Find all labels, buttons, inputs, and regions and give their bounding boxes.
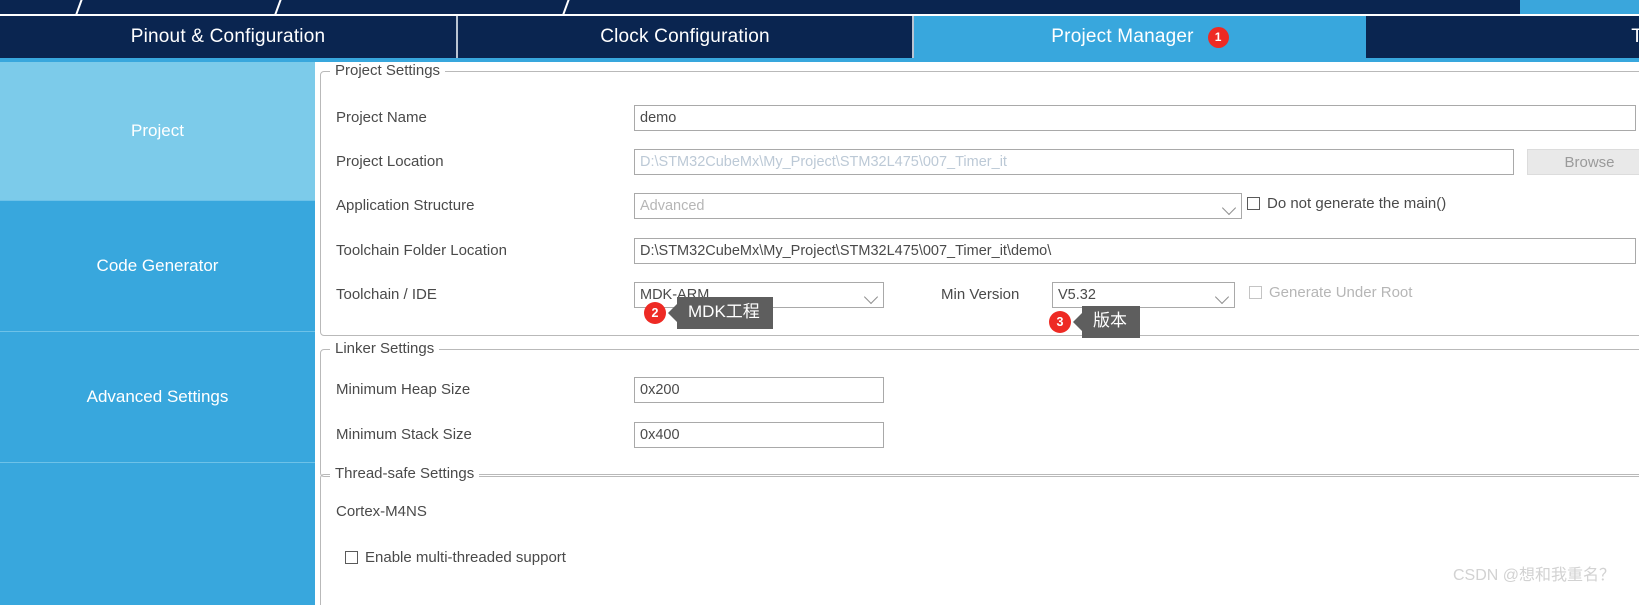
label-minimum-stack-size: Minimum Stack Size (336, 426, 472, 443)
generate-under-root-checkbox[interactable]: Generate Under Root (1249, 284, 1412, 301)
tab-label: Clock Configuration (600, 26, 770, 47)
tab-pinout-configuration[interactable]: Pinout & Configuration (0, 16, 458, 58)
checkbox-box (1249, 286, 1262, 299)
group-title-project-settings: Project Settings (330, 62, 446, 79)
minimum-stack-size-input[interactable]: 0x400 (634, 422, 884, 448)
do-not-generate-main-checkbox[interactable]: Do not generate the main() (1247, 195, 1446, 212)
breadcrumb-strip (0, 0, 1639, 14)
tab-project-manager[interactable]: Project Manager 1 (914, 16, 1366, 58)
callout-arrow-icon (668, 303, 677, 322)
breadcrumb-separator-icon (559, 0, 573, 14)
application-structure-value: Advanced (640, 198, 705, 214)
checkbox-label: Generate Under Root (1269, 284, 1413, 301)
tab-label: Pinout & Configuration (130, 26, 326, 47)
group-title-linker-settings: Linker Settings (330, 340, 440, 357)
main-tab-bar: Pinout & Configuration Clock Configurati… (0, 16, 1639, 58)
project-manager-sidebar: Project Code Generator Advanced Settings (0, 62, 315, 605)
csdn-watermark: CSDN @想和我重名？ (1452, 567, 1615, 584)
callout-mdk-project: 2 MDK工程 (644, 297, 773, 329)
group-project-settings: Project Settings Project Name demo Proje… (320, 62, 1639, 336)
breadcrumb-separator-icon (271, 0, 285, 14)
tab-label: T (1631, 26, 1639, 47)
sidebar-item-label: Project (131, 121, 184, 140)
min-version-value: V5.32 (1058, 287, 1096, 303)
sidebar-item-project[interactable]: Project (0, 62, 315, 201)
project-settings-pane: Project Settings Project Name demo Proje… (315, 62, 1639, 605)
chevron-down-icon (1214, 289, 1230, 305)
callout-text: MDK工程 (677, 297, 773, 329)
label-minimum-heap-size: Minimum Heap Size (336, 381, 471, 398)
callout-text: 版本 (1082, 306, 1140, 338)
sidebar-item-label: Code Generator (96, 256, 219, 275)
label-project-name: Project Name (336, 109, 427, 126)
label-min-version: Min Version (941, 286, 1020, 303)
label-application-structure: Application Structure (336, 197, 475, 214)
sidebar-item-advanced-settings[interactable]: Advanced Settings (0, 332, 315, 463)
application-structure-select[interactable]: Advanced (634, 193, 1242, 219)
toolchain-folder-location-input[interactable]: D:\STM32CubeMx\My_Project\STM32L475\007_… (634, 238, 1636, 264)
tab-tools[interactable]: T (1366, 16, 1639, 58)
browse-button[interactable]: Browse (1527, 149, 1639, 175)
sidebar-item-label: Advanced Settings (86, 387, 229, 406)
callout-version: 3 版本 (1049, 306, 1140, 338)
checkbox-label: Enable multi-threaded support (365, 549, 566, 566)
breadcrumb-separator-icon (72, 0, 86, 14)
label-toolchain-folder-location: Toolchain Folder Location (336, 242, 507, 259)
group-title-thread-safe-settings: Thread-safe Settings (330, 465, 480, 482)
minimum-heap-size-input[interactable]: 0x200 (634, 377, 884, 403)
group-linker-settings: Linker Settings Minimum Heap Size 0x200 … (320, 340, 1639, 477)
checkbox-box (1247, 197, 1260, 210)
chevron-down-icon (1221, 200, 1237, 216)
label-project-location: Project Location (336, 153, 444, 170)
tab-clock-configuration[interactable]: Clock Configuration (458, 16, 914, 58)
min-version-select[interactable]: V5.32 (1052, 282, 1235, 308)
chevron-down-icon (863, 289, 879, 305)
callout-badge-1: 1 (1207, 26, 1229, 48)
tab-label: Project Manager (1051, 26, 1194, 47)
sidebar-item-empty[interactable] (0, 463, 315, 604)
checkbox-label: Do not generate the main() (1267, 195, 1447, 212)
project-name-input[interactable]: demo (634, 105, 1636, 131)
callout-arrow-icon (1073, 312, 1082, 331)
group-thread-safe-settings: Thread-safe Settings Cortex-M4NS Enable … (320, 465, 1639, 605)
checkbox-box (345, 551, 358, 564)
sidebar-item-code-generator[interactable]: Code Generator (0, 201, 315, 332)
enable-multithread-checkbox[interactable]: Enable multi-threaded support (345, 549, 566, 566)
stm32cubemx-window: Pinout & Configuration Clock Configurati… (0, 0, 1639, 605)
breadcrumb-accent-chip (1520, 0, 1639, 14)
label-toolchain-ide: Toolchain / IDE (336, 286, 437, 303)
callout-badge-3: 3 (1049, 310, 1071, 333)
label-core-cortex: Cortex-M4NS (336, 503, 427, 520)
project-location-input[interactable]: D:\STM32CubeMx\My_Project\STM32L475\007_… (634, 149, 1514, 175)
callout-badge-2: 2 (644, 301, 666, 324)
